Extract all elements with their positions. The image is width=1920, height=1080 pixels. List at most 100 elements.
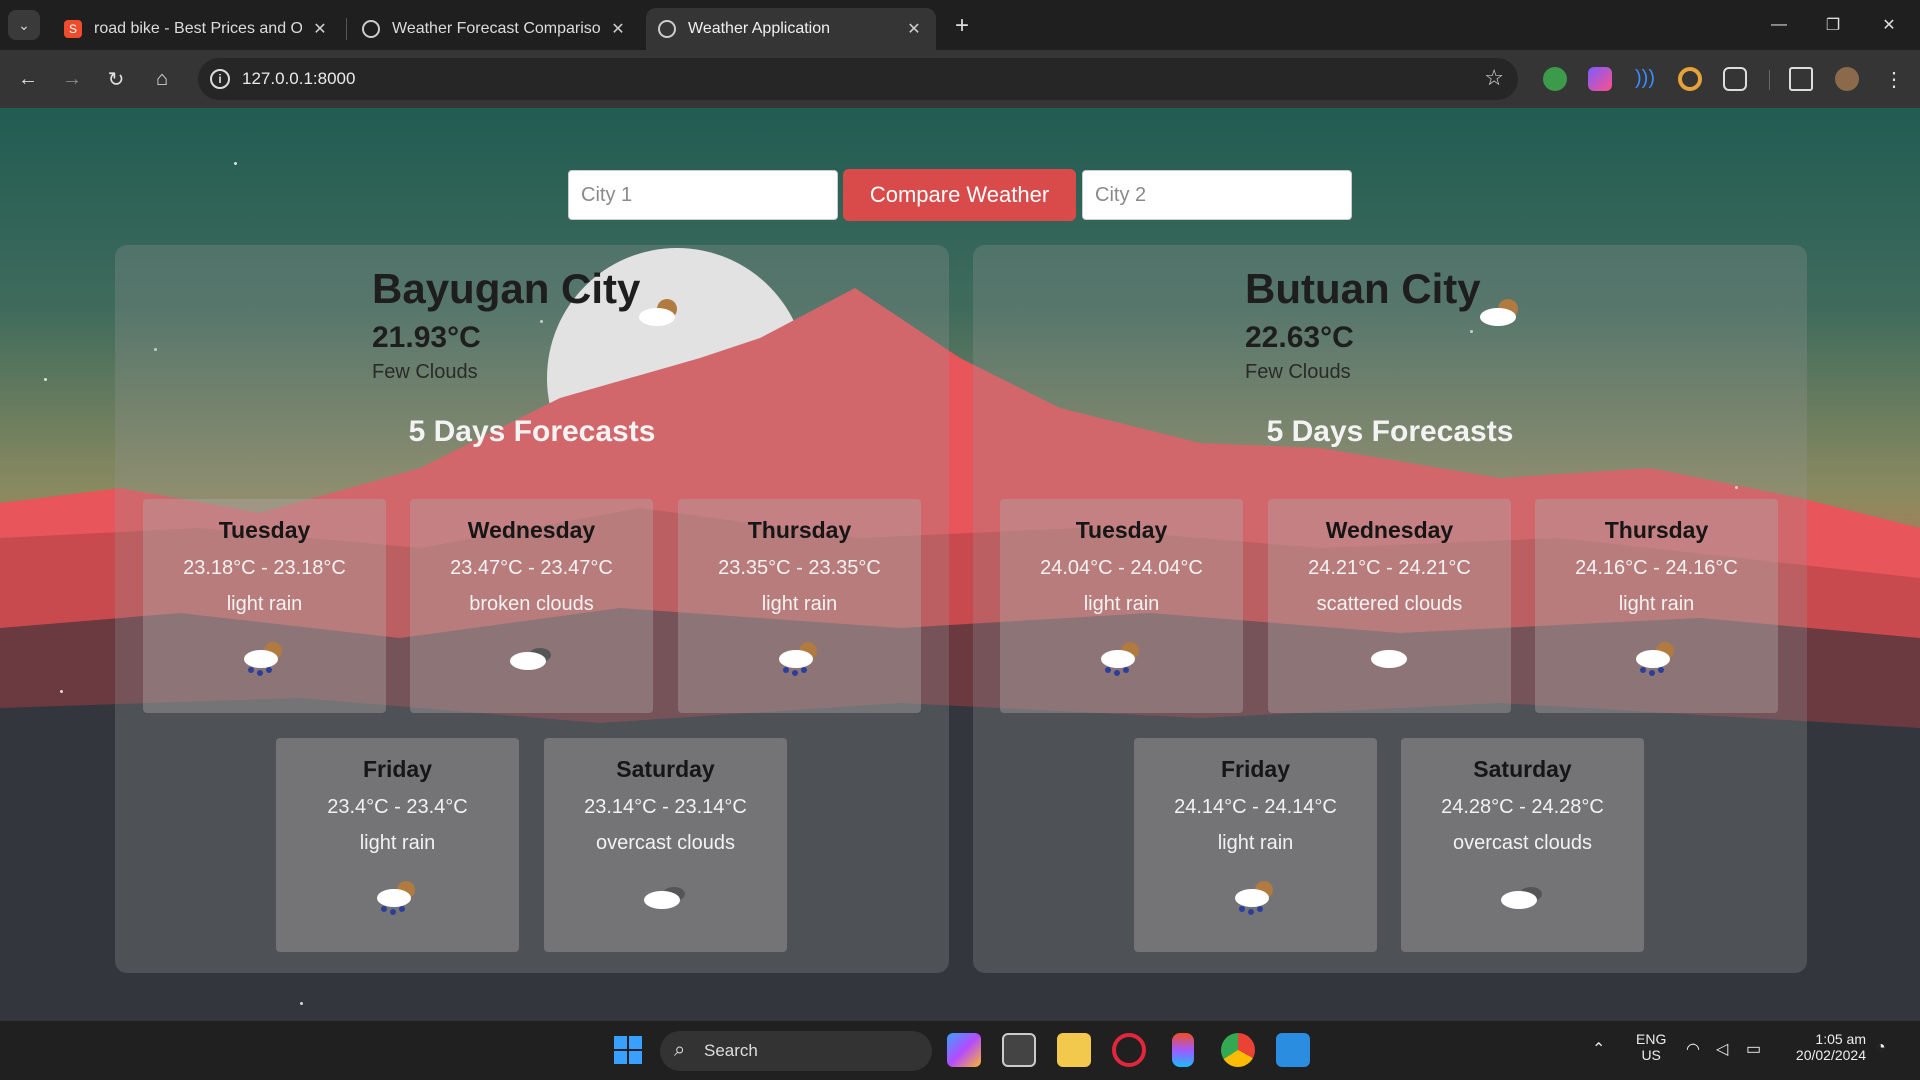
close-icon[interactable]: ✕ bbox=[310, 19, 330, 39]
file-explorer-icon[interactable] bbox=[1057, 1033, 1091, 1067]
cloud-icon bbox=[1497, 878, 1547, 923]
language-indicator[interactable]: ENG US bbox=[1636, 1031, 1666, 1063]
city-1-input[interactable] bbox=[568, 170, 838, 220]
wifi-icon[interactable]: ◠ bbox=[1686, 1039, 1700, 1059]
windows-taskbar: ⌕ Search ⌃ ENG US ◠ ◁ ▭ 1:05 am 20/02/20… bbox=[0, 1020, 1920, 1080]
notification-bell-icon[interactable]: ◔ bbox=[1876, 1039, 1886, 1057]
site-info-icon[interactable]: i bbox=[210, 69, 230, 89]
address-bar[interactable]: i 127.0.0.1:8000 ☆ bbox=[198, 58, 1518, 100]
restore-icon[interactable]: ❐ bbox=[1810, 8, 1856, 42]
rain-cloud-icon bbox=[1631, 639, 1681, 684]
forecast-temp-range: 23.4°C - 23.4°C bbox=[327, 796, 468, 818]
compare-weather-button[interactable]: Compare Weather bbox=[843, 169, 1076, 221]
opera-icon[interactable] bbox=[1112, 1033, 1146, 1067]
taskbar-search[interactable]: ⌕ Search bbox=[660, 1031, 932, 1071]
forecast-temp-range: 23.47°C - 23.47°C bbox=[450, 557, 613, 579]
task-view-icon[interactable] bbox=[1002, 1033, 1036, 1067]
forecast-temp-range: 23.18°C - 23.18°C bbox=[183, 557, 346, 579]
url-text: 127.0.0.1:8000 bbox=[242, 69, 356, 88]
side-panel-icon[interactable] bbox=[1789, 67, 1813, 91]
vscode-icon[interactable] bbox=[1276, 1033, 1310, 1067]
forecast-day: Thursday bbox=[1604, 517, 1709, 543]
cloud-sun-icon bbox=[1476, 297, 1524, 332]
forecast-card: Thursday 24.16°C - 24.16°C light rain bbox=[1535, 499, 1778, 713]
window-close-icon[interactable]: ✕ bbox=[1866, 8, 1912, 42]
forecast-temp-range: 23.14°C - 23.14°C bbox=[584, 796, 747, 818]
cloud-sun-icon bbox=[635, 297, 683, 332]
back-icon[interactable]: ← bbox=[12, 63, 44, 95]
cloud-icon bbox=[506, 639, 556, 684]
forecast-temp-range: 23.35°C - 23.35°C bbox=[718, 557, 881, 579]
tray-chevron-up-icon[interactable]: ⌃ bbox=[1592, 1039, 1605, 1059]
extensions-puzzle-icon[interactable] bbox=[1723, 67, 1747, 91]
tab-title: Weather Application bbox=[688, 20, 831, 37]
rain-cloud-icon bbox=[1230, 878, 1280, 923]
forecast-description: light rain bbox=[1618, 593, 1695, 615]
forecast-card: Wednesday 24.21°C - 24.21°C scattered cl… bbox=[1268, 499, 1511, 713]
clock-date: 20/02/2024 bbox=[1795, 1047, 1866, 1063]
tab-road-bike[interactable]: S road bike - Best Prices and Onli ✕ bbox=[52, 8, 342, 50]
city-weather-panel: Butuan City 22.63°C Few Clouds 5 Days Fo… bbox=[973, 245, 1807, 973]
forecast-card: Tuesday 23.18°C - 23.18°C light rain bbox=[143, 499, 386, 713]
forecast-card: Friday 24.14°C - 24.14°C light rain bbox=[1134, 738, 1377, 952]
tab-divider bbox=[346, 18, 347, 40]
forecast-day: Saturday bbox=[1473, 756, 1572, 782]
volume-icon[interactable]: ◁ bbox=[1716, 1039, 1728, 1059]
battery-icon[interactable]: ▭ bbox=[1746, 1039, 1761, 1059]
clock[interactable]: 1:05 am 20/02/2024 bbox=[1788, 1031, 1866, 1063]
toolbar-divider bbox=[1769, 70, 1770, 90]
taskbar-search-label: Search bbox=[704, 1041, 758, 1060]
language-code: ENG bbox=[1636, 1031, 1667, 1047]
forecast-card: Friday 23.4°C - 23.4°C light rain bbox=[276, 738, 519, 952]
profile-avatar[interactable] bbox=[1835, 67, 1859, 91]
cloud-icon bbox=[1364, 639, 1414, 684]
forecast-temp-range: 24.16°C - 24.16°C bbox=[1575, 557, 1738, 579]
minimize-icon[interactable]: — bbox=[1756, 8, 1802, 42]
forecast-day: Friday bbox=[1220, 756, 1291, 782]
figma-icon[interactable] bbox=[1172, 1033, 1194, 1067]
forecast-card: Thursday 23.35°C - 23.35°C light rain bbox=[678, 499, 921, 713]
home-icon[interactable]: ⌂ bbox=[146, 63, 178, 95]
copilot-icon[interactable] bbox=[947, 1033, 981, 1067]
rain-cloud-icon bbox=[774, 639, 824, 684]
shopee-icon: S bbox=[64, 20, 82, 38]
forecast-temp-range: 24.04°C - 24.04°C bbox=[1040, 557, 1203, 579]
forecast-day: Saturday bbox=[616, 756, 715, 782]
menu-kebab-icon[interactable]: ⋮ bbox=[1878, 63, 1910, 95]
browser-toolbar: ← → ↻ ⌂ i 127.0.0.1:8000 ☆ ))) ⋮ bbox=[0, 50, 1920, 108]
region-code: US bbox=[1641, 1047, 1661, 1063]
tab-title: road bike - Best Prices and Onli bbox=[94, 20, 302, 37]
current-description: Few Clouds bbox=[372, 361, 478, 383]
forecast-temp-range: 24.28°C - 24.28°C bbox=[1441, 796, 1604, 818]
forecast-temp-range: 24.14°C - 24.14°C bbox=[1174, 796, 1337, 818]
forecast-description: light rain bbox=[1217, 832, 1294, 854]
forecast-heading: 5 Days Forecasts bbox=[408, 415, 656, 448]
close-icon[interactable]: ✕ bbox=[904, 19, 924, 39]
extension-ring-icon[interactable] bbox=[1678, 67, 1702, 91]
bookmark-star-icon[interactable]: ☆ bbox=[1484, 65, 1504, 91]
extension-robot-icon[interactable] bbox=[1543, 67, 1567, 91]
extension-sound-icon[interactable]: ))) bbox=[1633, 67, 1657, 91]
windows-start-icon[interactable] bbox=[611, 1033, 645, 1067]
forecast-temp-range: 24.21°C - 24.21°C bbox=[1308, 557, 1471, 579]
new-tab-icon[interactable]: + bbox=[948, 12, 976, 40]
forecast-description: scattered clouds bbox=[1316, 593, 1463, 615]
rain-cloud-icon bbox=[239, 639, 289, 684]
tab-search-dropdown-icon[interactable]: ⌄ bbox=[8, 10, 40, 40]
cloud-icon bbox=[640, 878, 690, 923]
city-2-input[interactable] bbox=[1082, 170, 1352, 220]
reload-icon[interactable]: ↻ bbox=[100, 63, 132, 95]
star-dot bbox=[60, 690, 63, 693]
forecast-description: light rain bbox=[761, 593, 838, 615]
close-icon[interactable]: ✕ bbox=[608, 19, 628, 39]
tab-weather-comparison[interactable]: Weather Forecast Comparison ✕ bbox=[350, 8, 640, 50]
star-dot bbox=[44, 378, 47, 381]
rain-cloud-icon bbox=[1096, 639, 1146, 684]
star-dot bbox=[300, 1002, 303, 1005]
forward-icon[interactable]: → bbox=[56, 63, 88, 95]
star-dot bbox=[234, 162, 237, 165]
tab-weather-application[interactable]: Weather Application ✕ bbox=[646, 8, 936, 50]
chrome-icon[interactable] bbox=[1221, 1033, 1255, 1067]
forecast-day: Wednesday bbox=[1325, 517, 1454, 543]
extension-flag-icon[interactable] bbox=[1588, 67, 1612, 91]
